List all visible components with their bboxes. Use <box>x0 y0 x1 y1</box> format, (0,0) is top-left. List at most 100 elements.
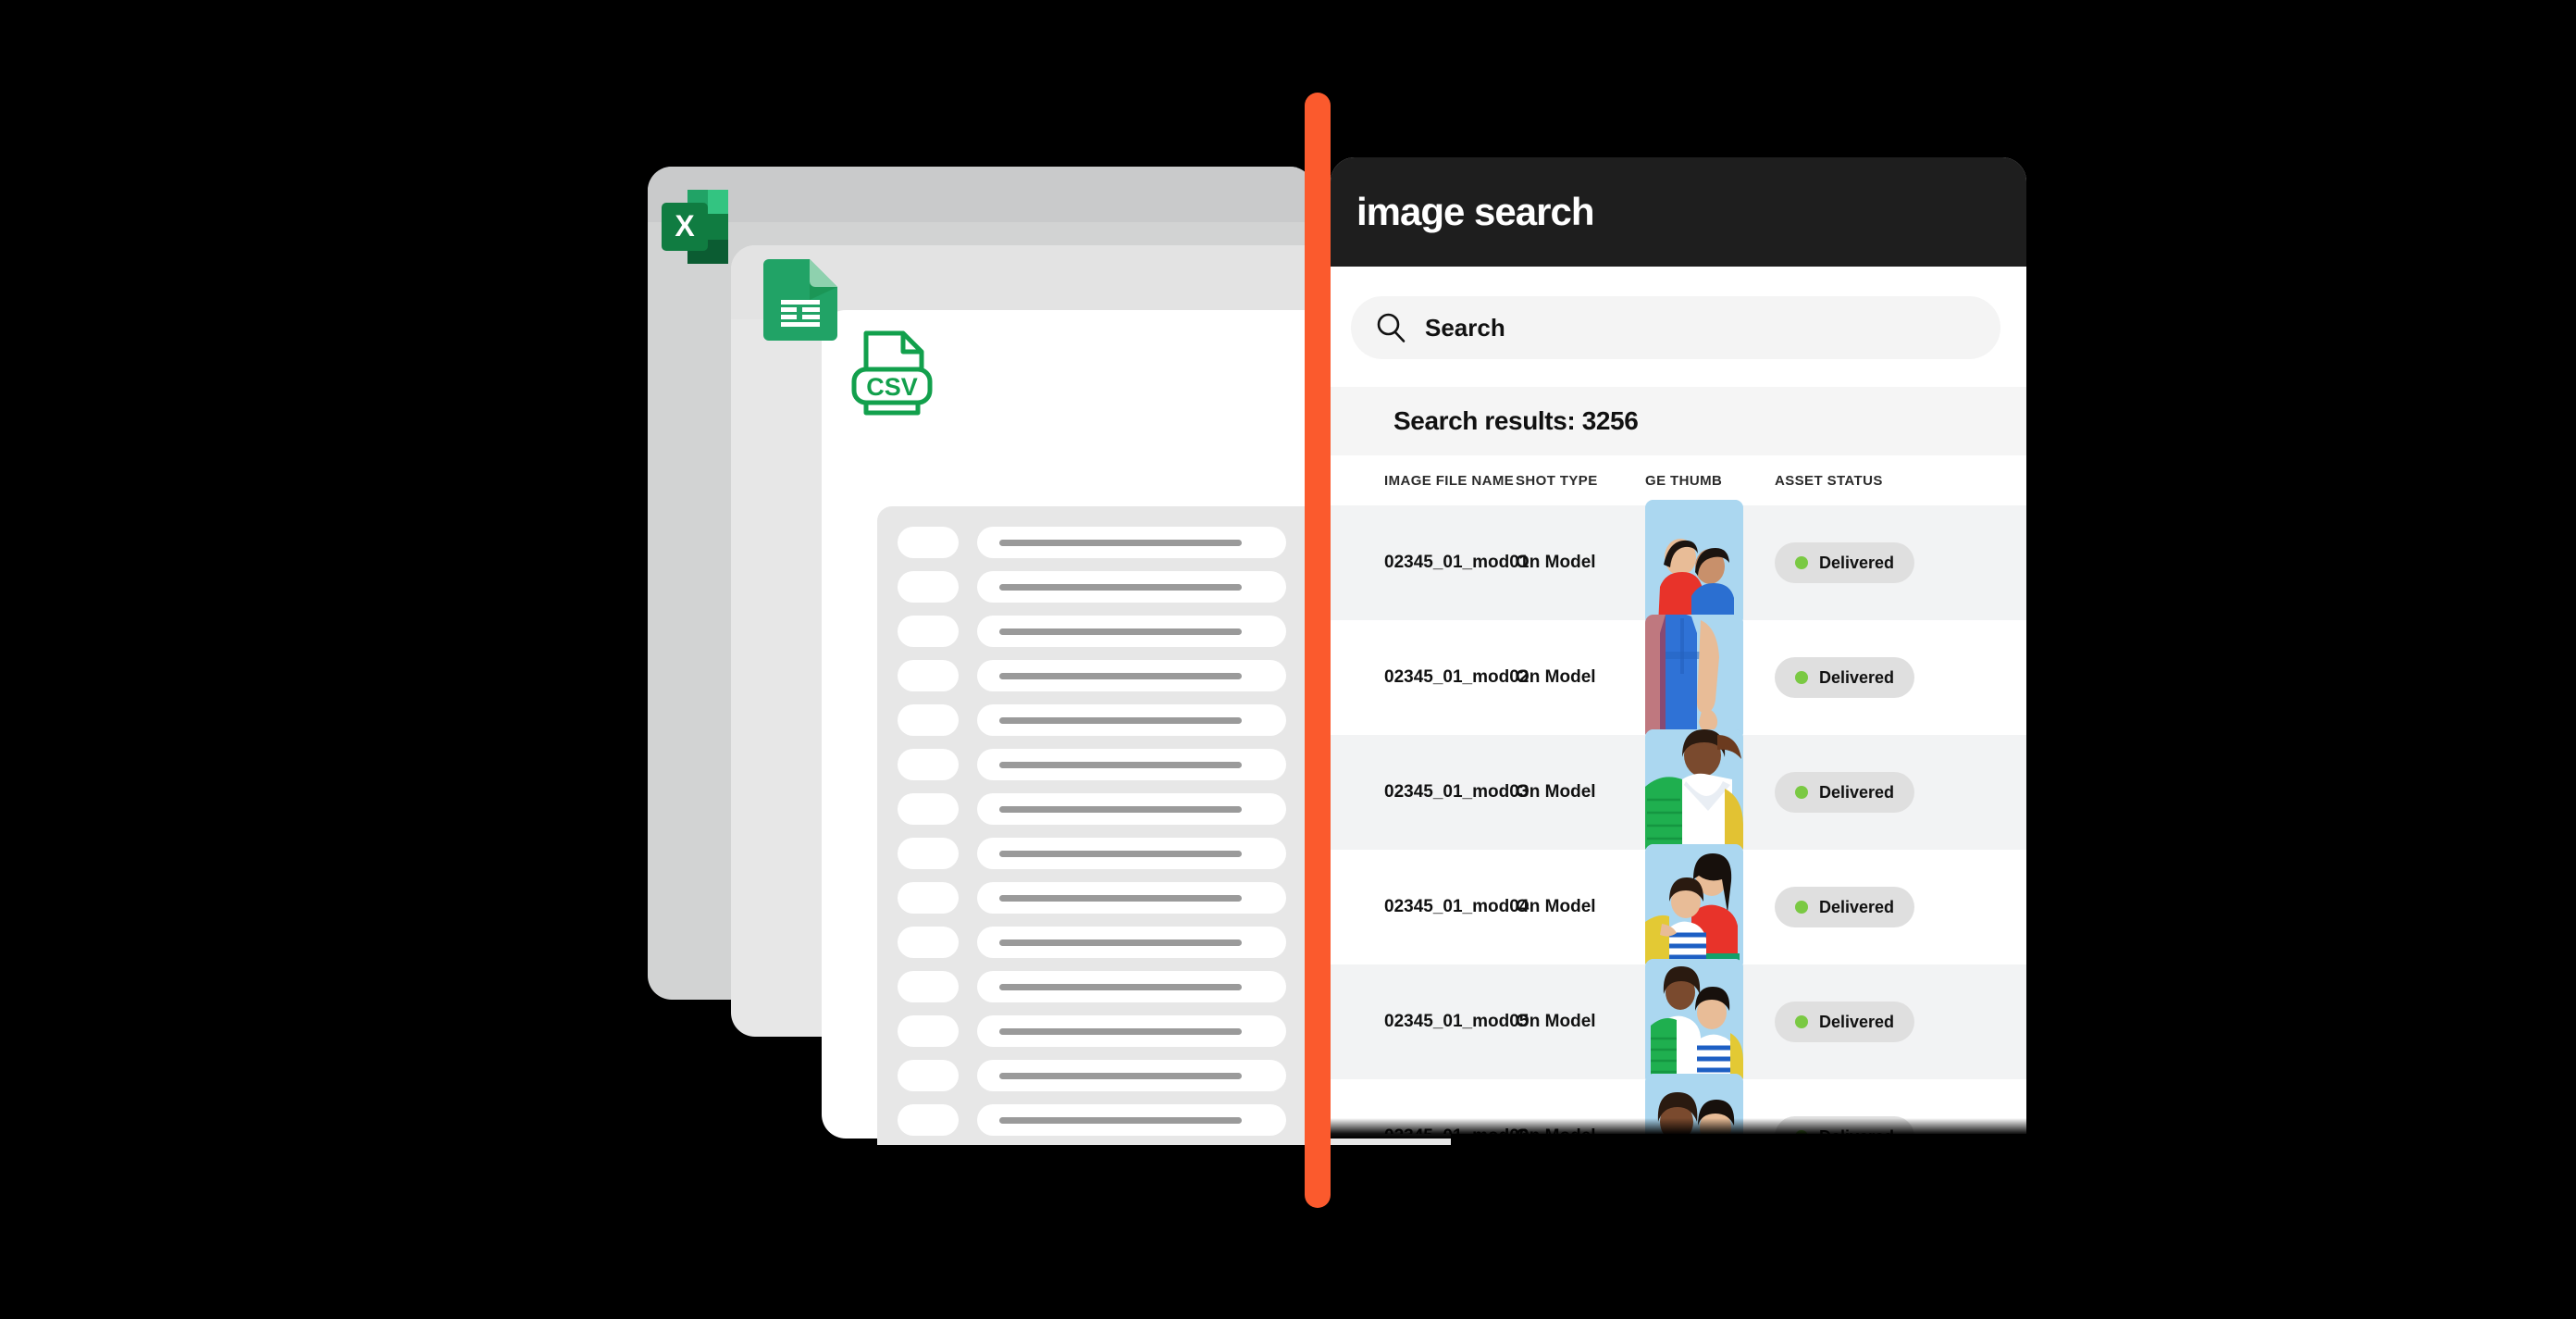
skeleton-checkbox <box>898 793 959 825</box>
cell-asset-status: Delivered <box>1775 542 1960 583</box>
status-badge-label: Delivered <box>1819 897 1895 916</box>
status-dot-icon <box>1795 671 1808 684</box>
svg-text:X: X <box>675 209 695 243</box>
skeleton-bar <box>999 672 1242 679</box>
skeleton-bar <box>999 761 1242 768</box>
cell-image-file-name: 02345_01_mod04 <box>1384 897 1530 916</box>
thumbnail-image[interactable] <box>1645 500 1743 626</box>
thumbnail-image[interactable] <box>1645 959 1743 1085</box>
cell-ge-thumb <box>1645 615 1775 740</box>
skeleton-checkbox <box>898 882 959 914</box>
table-column-headers: IMAGE FILE NAME SHOT TYPE GE THUMB ASSET… <box>1331 455 2026 505</box>
skeleton-checkbox <box>898 527 959 558</box>
search-results-count: Search results: 3256 <box>1393 406 1639 435</box>
skeleton-checkbox <box>898 971 959 1002</box>
skeleton-bar <box>999 1116 1242 1124</box>
cell-shot-type: On Model <box>1516 1012 1596 1031</box>
skeleton-checkbox <box>898 927 959 958</box>
skeleton-field <box>977 838 1286 869</box>
cell-image-file-name: 02345_01_mod03 <box>1384 782 1530 802</box>
skeleton-field <box>977 660 1286 691</box>
skeleton-field <box>977 793 1286 825</box>
csv-icon-label: CSV <box>866 373 918 401</box>
skeleton-bar <box>999 1027 1242 1035</box>
composition-stage: X CSV image search Search Search results… <box>0 0 2576 1319</box>
skeleton-checkbox <box>898 616 959 647</box>
results-table: 02345_01_mod01 On Model Delivered 02345_01_… <box>1331 500 2026 1134</box>
status-badge-label: Delivered <box>1819 1012 1895 1031</box>
thumbnail-image[interactable] <box>1645 615 1743 740</box>
panel-titlebar: image search <box>1331 157 2026 267</box>
skeleton-checkbox <box>898 704 959 736</box>
column-header-ge-thumb: GE THUMB <box>1645 472 1723 489</box>
cell-shot-type: On Model <box>1516 667 1596 687</box>
status-badge-label: Delivered <box>1819 667 1895 687</box>
table-row[interactable]: 02345_01_mod04 On Model Delivered <box>1331 844 2026 970</box>
table-row[interactable]: 02345_01_mod05 On Model Delivered <box>1331 959 2026 1085</box>
skeleton-field <box>977 571 1286 603</box>
excel-card-header <box>648 167 1314 222</box>
skeleton-bar <box>999 716 1242 724</box>
skeleton-field <box>977 882 1286 914</box>
skeleton-bar <box>999 850 1242 857</box>
skeleton-field <box>977 704 1286 736</box>
cell-asset-status: Delivered <box>1775 887 1960 927</box>
skeleton-checkbox <box>898 749 959 780</box>
search-input[interactable]: Search <box>1351 296 2000 359</box>
status-badge-label: Delivered <box>1819 782 1895 802</box>
google-sheets-icon <box>763 259 837 341</box>
cell-ge-thumb <box>1645 959 1775 1085</box>
skeleton-checkbox <box>898 1060 959 1091</box>
table-row[interactable]: 02345_01_mod01 On Model Delivered <box>1331 500 2026 626</box>
skeleton-checkbox <box>898 571 959 603</box>
cell-ge-thumb <box>1645 844 1775 970</box>
status-dot-icon <box>1795 786 1808 799</box>
cell-image-file-name: 02345_01_mod02 <box>1384 667 1530 687</box>
skeleton-field <box>977 616 1286 647</box>
status-dot-icon <box>1795 556 1808 569</box>
cell-shot-type: On Model <box>1516 897 1596 916</box>
cell-ge-thumb <box>1645 729 1775 855</box>
skeleton-bar <box>999 939 1242 946</box>
skeleton-field <box>977 971 1286 1002</box>
column-header-image-file-name: IMAGE FILE NAME <box>1384 472 1515 489</box>
skeleton-bar <box>999 805 1242 813</box>
column-header-asset-status: ASSET STATUS <box>1775 472 1883 489</box>
skeleton-bar <box>999 583 1242 591</box>
search-icon <box>1375 312 1406 343</box>
table-row[interactable]: 02345_01_mod02 On Model Delivered <box>1331 615 2026 740</box>
image-search-panel: image search Search Search results: 3256… <box>1331 157 2026 1134</box>
excel-icon: X <box>662 190 728 264</box>
cell-ge-thumb <box>1645 500 1775 626</box>
thumbnail-image[interactable] <box>1645 844 1743 970</box>
skeleton-bar <box>999 983 1242 990</box>
skeleton-field <box>977 527 1286 558</box>
skeleton-field <box>977 749 1286 780</box>
panel-bottom-fade <box>1331 1118 2026 1139</box>
skeleton-bar <box>999 539 1242 546</box>
skeleton-checkbox <box>898 1104 959 1136</box>
page-title: image search <box>1356 190 1594 233</box>
table-row[interactable]: 02345_01_mod03 On Model Delivered <box>1331 729 2026 855</box>
search-placeholder: Search <box>1425 313 1505 342</box>
skeleton-checkbox <box>898 660 959 691</box>
search-results-band: Search results: 3256 <box>1331 387 2026 455</box>
cell-image-file-name: 02345_01_mod01 <box>1384 553 1530 572</box>
status-badge: Delivered <box>1775 542 1915 583</box>
cell-asset-status: Delivered <box>1775 772 1960 813</box>
cell-asset-status: Delivered <box>1775 1002 1960 1042</box>
skeleton-checkbox <box>898 838 959 869</box>
skeleton-checkbox <box>898 1015 959 1047</box>
status-badge-label: Delivered <box>1819 553 1895 572</box>
status-badge: Delivered <box>1775 772 1915 813</box>
csv-icon: CSV <box>849 329 935 417</box>
skeleton-field <box>977 1104 1286 1136</box>
status-badge: Delivered <box>1775 887 1915 927</box>
column-header-shot-type: SHOT TYPE <box>1516 472 1598 489</box>
skeleton-field <box>977 1015 1286 1047</box>
status-badge: Delivered <box>1775 657 1915 698</box>
skeleton-field <box>977 927 1286 958</box>
cell-asset-status: Delivered <box>1775 657 1960 698</box>
thumbnail-image[interactable] <box>1645 729 1743 855</box>
skeleton-bar <box>999 1072 1242 1079</box>
